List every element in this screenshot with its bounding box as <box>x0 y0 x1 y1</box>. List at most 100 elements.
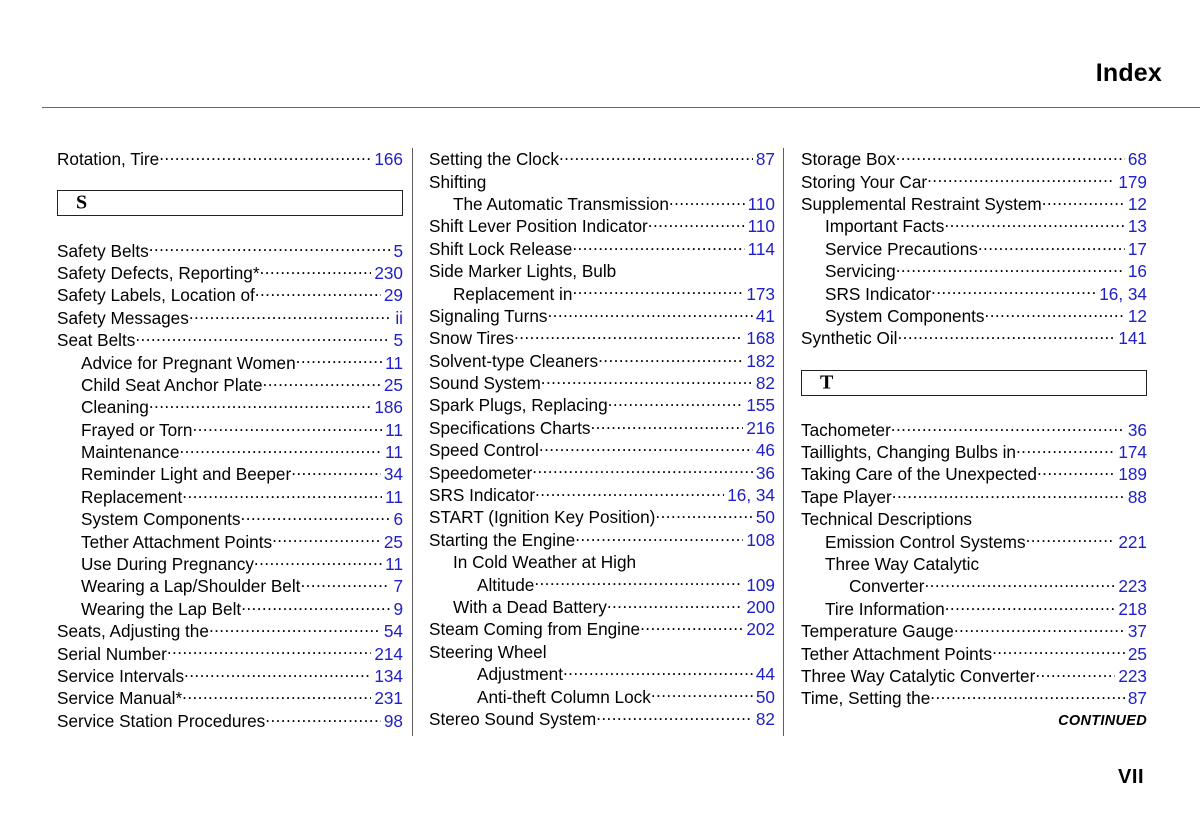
index-entry[interactable]: Replacement in 173 <box>429 282 775 304</box>
index-entry-page-number[interactable]: 231 <box>371 687 403 709</box>
index-entry[interactable]: In Cold Weather at High <box>429 551 775 573</box>
index-entry-page-number[interactable]: 5 <box>390 329 403 351</box>
index-entry[interactable]: SRS Indicator 16, 34 <box>429 484 775 506</box>
index-entry[interactable]: START (Ignition Key Position) 50 <box>429 506 775 528</box>
index-entry[interactable]: Maintenance 11 <box>57 441 403 463</box>
index-entry[interactable]: Side Marker Lights, Bulb <box>429 260 775 282</box>
index-entry-page-number[interactable]: 189 <box>1115 463 1147 485</box>
index-entry[interactable]: Shifting <box>429 170 775 192</box>
index-entry-page-number[interactable]: 223 <box>1115 575 1147 597</box>
index-entry-page-number[interactable]: 11 <box>382 553 403 575</box>
index-entry[interactable]: With a Dead Battery 200 <box>429 596 775 618</box>
index-entry[interactable]: Tape Player 88 <box>801 486 1147 508</box>
index-entry[interactable]: Three Way Catalytic <box>801 553 1147 575</box>
index-entry-page-number[interactable]: 6 <box>390 508 403 530</box>
index-entry-page-number[interactable]: 29 <box>381 284 403 306</box>
index-entry-page-number[interactable]: 134 <box>371 665 403 687</box>
index-entry[interactable]: Storing Your Car 179 <box>801 170 1147 192</box>
index-entry[interactable]: Seats, Adjusting the 54 <box>57 620 403 642</box>
index-entry-page-number[interactable]: 11 <box>382 486 403 508</box>
index-entry[interactable]: System Components 6 <box>57 508 403 530</box>
index-entry[interactable]: Service Precautions 17 <box>801 238 1147 260</box>
index-entry[interactable]: Storage Box 68 <box>801 148 1147 170</box>
index-entry-page-number[interactable]: 109 <box>743 574 775 596</box>
index-entry-page-number[interactable]: 7 <box>390 575 403 597</box>
index-entry[interactable]: Sound System 82 <box>429 372 775 394</box>
index-entry-page-number[interactable]: 25 <box>381 531 403 553</box>
index-entry[interactable]: Emission Control Systems 221 <box>801 530 1147 552</box>
index-entry-page-number[interactable]: 54 <box>381 620 403 642</box>
index-entry-page-number[interactable]: 16 <box>1125 260 1147 282</box>
index-entry-page-number[interactable]: 34 <box>381 463 403 485</box>
index-entry-page-number[interactable]: 9 <box>390 598 403 620</box>
index-entry[interactable]: Adjustment 44 <box>429 663 775 685</box>
index-entry-page-number[interactable]: 36 <box>753 462 775 484</box>
index-entry[interactable]: Tether Attachment Points 25 <box>57 530 403 552</box>
index-entry[interactable]: Spark Plugs, Replacing 155 <box>429 394 775 416</box>
index-entry[interactable]: Signaling Turns 41 <box>429 305 775 327</box>
index-entry-page-number[interactable]: 11 <box>382 352 403 374</box>
index-entry-page-number[interactable]: 179 <box>1115 171 1147 193</box>
index-entry[interactable]: Shift Lever Position Indicator 110 <box>429 215 775 237</box>
index-entry[interactable]: Snow Tires 168 <box>429 327 775 349</box>
index-entry-page-number[interactable]: 13 <box>1125 215 1147 237</box>
index-entry[interactable]: Tether Attachment Points 25 <box>801 642 1147 664</box>
index-entry-page-number[interactable]: 25 <box>381 374 403 396</box>
index-entry-page-number[interactable]: 218 <box>1115 598 1147 620</box>
index-entry[interactable]: Servicing 16 <box>801 260 1147 282</box>
index-entry[interactable]: Starting the Engine 108 <box>429 529 775 551</box>
index-entry-page-number[interactable]: 5 <box>390 240 403 262</box>
index-entry-page-number[interactable]: 155 <box>743 394 775 416</box>
index-entry-page-number[interactable]: 50 <box>753 506 775 528</box>
index-entry-page-number[interactable]: 223 <box>1115 665 1147 687</box>
index-entry[interactable]: Wearing a Lap/Shoulder Belt 7 <box>57 575 403 597</box>
index-entry[interactable]: SRS Indicator 16, 34 <box>801 282 1147 304</box>
index-entry-page-number[interactable]: 186 <box>371 396 403 418</box>
index-entry-page-number[interactable]: 11 <box>382 441 403 463</box>
index-entry-page-number[interactable]: 12 <box>1125 193 1147 215</box>
index-entry[interactable]: Safety Defects, Reporting* 230 <box>57 262 403 284</box>
index-entry-page-number[interactable]: 87 <box>1125 687 1147 709</box>
index-entry-page-number[interactable]: 87 <box>753 148 775 170</box>
index-entry[interactable]: Replacement 11 <box>57 486 403 508</box>
index-entry[interactable]: Solvent-type Cleaners 182 <box>429 350 775 372</box>
index-entry-page-number[interactable]: 88 <box>1125 486 1147 508</box>
index-entry-page-number[interactable]: 37 <box>1125 620 1147 642</box>
index-entry[interactable]: Cleaning 186 <box>57 396 403 418</box>
index-entry[interactable]: Taillights, Changing Bulbs in 174 <box>801 441 1147 463</box>
index-entry[interactable]: Safety Labels, Location of 29 <box>57 284 403 306</box>
index-entry-page-number[interactable]: 68 <box>1125 148 1147 170</box>
index-entry[interactable]: Safety Messages ii <box>57 307 403 329</box>
index-entry-page-number[interactable]: 182 <box>743 350 775 372</box>
index-entry[interactable]: Tire Information 218 <box>801 598 1147 620</box>
index-entry-page-number[interactable]: 11 <box>382 419 403 441</box>
index-entry[interactable]: Stereo Sound System 82 <box>429 708 775 730</box>
index-entry-page-number[interactable]: 25 <box>1125 643 1147 665</box>
index-entry[interactable]: Setting the Clock 87 <box>429 148 775 170</box>
index-entry[interactable]: Time, Setting the 87 <box>801 687 1147 709</box>
index-entry[interactable]: Important Facts 13 <box>801 215 1147 237</box>
index-entry[interactable]: Specifications Charts 216 <box>429 417 775 439</box>
index-entry-page-number[interactable]: 216 <box>743 417 775 439</box>
index-entry-page-number[interactable]: 36 <box>1125 419 1147 441</box>
index-entry[interactable]: Steam Coming from Engine 202 <box>429 618 775 640</box>
index-entry-page-number[interactable]: 41 <box>753 305 775 327</box>
index-entry[interactable]: Speed Control 46 <box>429 439 775 461</box>
index-entry[interactable]: Taking Care of the Unexpected 189 <box>801 463 1147 485</box>
index-entry[interactable]: Use During Pregnancy 11 <box>57 553 403 575</box>
index-entry[interactable]: Serial Number 214 <box>57 642 403 664</box>
index-entry-page-number[interactable]: ii <box>392 307 403 329</box>
index-entry[interactable]: Speedometer 36 <box>429 461 775 483</box>
index-entry[interactable]: Converter 223 <box>801 575 1147 597</box>
index-entry[interactable]: Reminder Light and Beeper 34 <box>57 463 403 485</box>
index-entry-page-number[interactable]: 166 <box>371 148 403 170</box>
index-entry[interactable]: Supplemental Restraint System 12 <box>801 193 1147 215</box>
index-entry-page-number[interactable]: 82 <box>753 372 775 394</box>
index-entry[interactable]: System Components 12 <box>801 305 1147 327</box>
index-entry-page-number[interactable]: 173 <box>743 283 775 305</box>
index-entry-page-number[interactable]: 17 <box>1125 238 1147 260</box>
index-entry-page-number[interactable]: 202 <box>743 618 775 640</box>
index-entry-page-number[interactable]: 44 <box>753 663 775 685</box>
index-entry-page-number[interactable]: 221 <box>1115 531 1147 553</box>
index-entry[interactable]: Safety Belts 5 <box>57 239 403 261</box>
